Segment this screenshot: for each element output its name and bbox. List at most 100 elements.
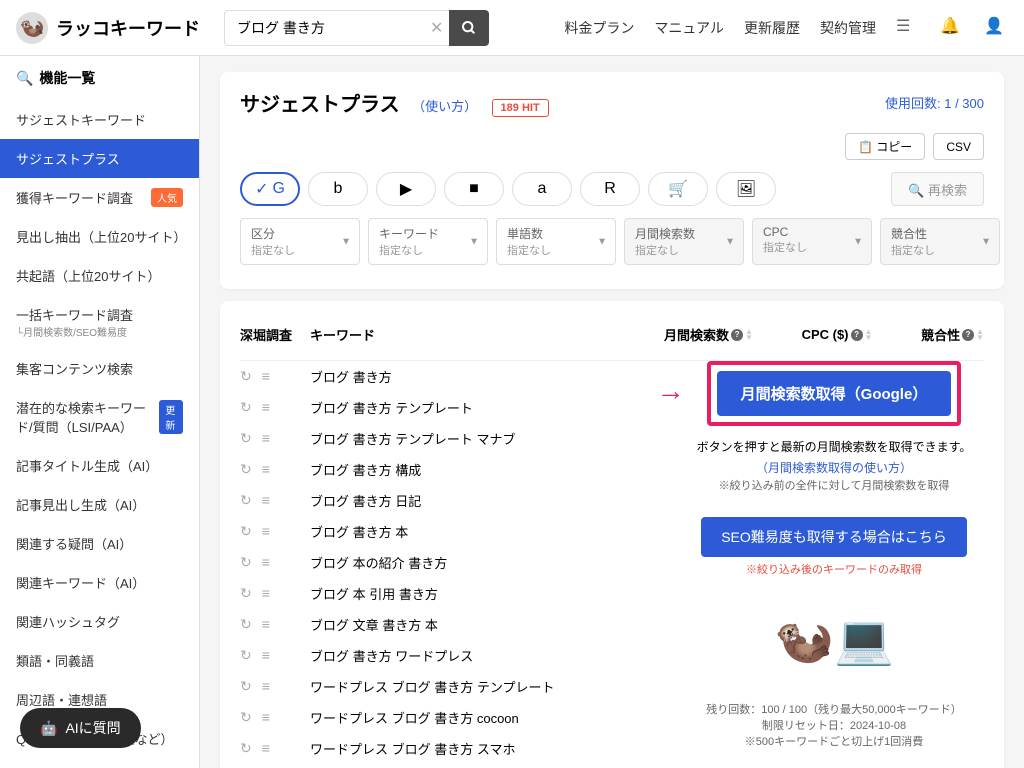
menu-icon[interactable]: ≡ xyxy=(262,554,270,571)
user-icon[interactable]: 👤 xyxy=(984,16,1008,40)
reload-icon[interactable]: ↻ xyxy=(240,399,252,416)
sidebar-item-16[interactable]: Googleトレンド xyxy=(0,758,199,768)
sidebar-item-9[interactable]: 記事見出し生成（AI） xyxy=(0,485,199,524)
menu-icon[interactable]: ≡ xyxy=(262,709,270,726)
search-button[interactable] xyxy=(449,10,489,46)
csv-button[interactable]: CSV xyxy=(933,133,984,160)
engine-tab-3[interactable]: ■ xyxy=(444,172,504,206)
menu-icon[interactable]: ≡ xyxy=(262,678,270,695)
menu-icon[interactable]: ≡ xyxy=(262,430,270,447)
usage-count: 使用回数: 1 / 300 xyxy=(885,93,984,112)
reload-icon[interactable]: ↻ xyxy=(240,678,252,695)
research-button[interactable]: 🔍 再検索 xyxy=(891,172,984,206)
menu-icon[interactable]: ≡ xyxy=(262,368,270,385)
panel-usage-link[interactable]: （月間検索数取得の使い方） xyxy=(756,461,912,475)
sidebar-item-11[interactable]: 関連キーワード（AI） xyxy=(0,563,199,602)
keyword-text[interactable]: ワードプレス ブログ 書き方 cocoon xyxy=(310,708,664,727)
nav-updates[interactable]: 更新履歴 xyxy=(744,18,800,38)
keyword-text[interactable]: ブログ 書き方 構成 xyxy=(310,460,664,479)
keyword-text[interactable]: ワードプレス ブログ 書き方 テンプレート xyxy=(310,677,664,696)
reload-icon[interactable]: ↻ xyxy=(240,647,252,664)
usage-link[interactable]: （使い方） xyxy=(412,99,477,114)
filter-3: 月間検索数指定なし▼ xyxy=(624,218,744,265)
logo[interactable]: 🦦 ラッコキーワード xyxy=(16,12,200,44)
th-comp[interactable]: 競合性?▲▼ xyxy=(921,325,984,344)
menu-icon[interactable]: ≡ xyxy=(262,461,270,478)
table-row: ↻ ≡ ブログ 書き方 本 xyxy=(240,516,664,547)
engine-tab-0[interactable]: G xyxy=(240,172,300,206)
filter-1[interactable]: キーワード指定なし▼ xyxy=(368,218,488,265)
fetch-volume-button[interactable]: 月間検索数取得（Google） xyxy=(717,371,952,416)
reload-icon[interactable]: ↻ xyxy=(240,523,252,540)
menu-icon[interactable]: ≡ xyxy=(262,585,270,602)
th-deep: 深堀調査 xyxy=(240,325,310,344)
nav-contract[interactable]: 契約管理 xyxy=(820,18,876,38)
table-row: ↻ ≡ ブログ 文章 書き方 本 xyxy=(240,609,664,640)
reload-icon[interactable]: ↻ xyxy=(240,740,252,757)
reload-icon[interactable]: ↻ xyxy=(240,368,252,385)
ai-chat-button[interactable]: 🤖 AIに質問 xyxy=(20,708,141,748)
search-clear-icon[interactable]: ✕ xyxy=(430,18,443,38)
engine-tab-7[interactable]: 🖼 xyxy=(716,172,776,206)
copy-button[interactable]: 📋 コピー xyxy=(845,133,925,160)
bell-icon[interactable]: 🔔 xyxy=(940,16,964,40)
table-row: ↻ ≡ ブログ 書き方 xyxy=(240,361,664,392)
reload-icon[interactable]: ↻ xyxy=(240,492,252,509)
sidebar-item-2[interactable]: 獲得キーワード調査人気 xyxy=(0,178,199,217)
reload-icon[interactable]: ↻ xyxy=(240,461,252,478)
keyword-text[interactable]: ブログ 書き方 テンプレート マナブ xyxy=(310,429,664,448)
reload-icon[interactable]: ↻ xyxy=(240,585,252,602)
sidebar-item-6[interactable]: 集客コンテンツ検索 xyxy=(0,349,199,388)
sidebar-item-5[interactable]: 一括キーワード調査└月間検索数/SEO難易度 xyxy=(0,295,199,349)
menu-icon[interactable]: ≡ xyxy=(262,492,270,509)
sidebar-item-0[interactable]: サジェストキーワード xyxy=(0,100,199,139)
filter-2[interactable]: 単語数指定なし▼ xyxy=(496,218,616,265)
menu-icon[interactable]: ≡ xyxy=(262,523,270,540)
keyword-text[interactable]: ブログ 書き方 xyxy=(310,367,664,386)
filter-0[interactable]: 区分指定なし▼ xyxy=(240,218,360,265)
page-title: サジェストプラス xyxy=(240,94,400,116)
sidebar-item-4[interactable]: 共起語（上位20サイト） xyxy=(0,256,199,295)
keyword-text[interactable]: ブログ 書き方 日記 xyxy=(310,491,664,510)
menu-icon[interactable]: ≡ xyxy=(262,399,270,416)
reload-icon[interactable]: ↻ xyxy=(240,554,252,571)
hit-badge: 189 HIT xyxy=(492,99,549,117)
menu-icon[interactable]: ≡ xyxy=(262,647,270,664)
menu-icon[interactable]: ☰ xyxy=(896,16,920,40)
th-cpc[interactable]: CPC ($)?▲▼ xyxy=(802,325,873,344)
th-volume[interactable]: 月間検索数?▲▼ xyxy=(664,325,753,344)
engine-tab-6[interactable]: 🛒 xyxy=(648,172,708,206)
table-row: ↻ ≡ ブログ 書き方 ワードプレス xyxy=(240,640,664,671)
keyword-text[interactable]: ワードプレス ブログ 書き方 スマホ xyxy=(310,739,664,758)
keyword-text[interactable]: ブログ 文章 書き方 本 xyxy=(310,615,664,634)
engine-tab-4[interactable]: a xyxy=(512,172,572,206)
reload-icon[interactable]: ↻ xyxy=(240,430,252,447)
reload-icon[interactable]: ↻ xyxy=(240,616,252,633)
keyword-text[interactable]: ブログ 書き方 本 xyxy=(310,522,664,541)
search-input[interactable] xyxy=(224,10,454,46)
stats-reset: 制限リセット日：2024-10-08 xyxy=(684,717,984,733)
nav-manual[interactable]: マニュアル xyxy=(654,18,724,38)
menu-icon[interactable]: ≡ xyxy=(262,616,270,633)
keyword-text[interactable]: ブログ 書き方 テンプレート xyxy=(310,398,664,417)
sidebar-item-13[interactable]: 類語・同義語 xyxy=(0,641,199,680)
engine-tab-1[interactable]: b xyxy=(308,172,368,206)
sidebar-item-8[interactable]: 記事タイトル生成（AI） xyxy=(0,446,199,485)
keyword-text[interactable]: ブログ 書き方 ワードプレス xyxy=(310,646,664,665)
seo-note: ※絞り込み後のキーワードのみ取得 xyxy=(684,561,984,577)
engine-tab-2[interactable]: ▶ xyxy=(376,172,436,206)
menu-icon[interactable]: ≡ xyxy=(262,740,270,757)
keyword-text[interactable]: ブログ 本の紹介 書き方 xyxy=(310,553,664,572)
sidebar-item-12[interactable]: 関連ハッシュタグ xyxy=(0,602,199,641)
keyword-text[interactable]: ブログ 本 引用 書き方 xyxy=(310,584,664,603)
sidebar-item-3[interactable]: 見出し抽出（上位20サイト） xyxy=(0,217,199,256)
reload-icon[interactable]: ↻ xyxy=(240,709,252,726)
nav-pricing[interactable]: 料金プラン xyxy=(564,18,634,38)
sidebar-item-10[interactable]: 関連する疑問（AI） xyxy=(0,524,199,563)
sidebar-item-1[interactable]: サジェストプラス xyxy=(0,139,199,178)
table-row: ↻ ≡ ワードプレス ブログ 書き方 cocoon xyxy=(240,702,664,733)
sidebar-item-7[interactable]: 潜在的な検索キーワード/質問（LSI/PAA）更新 xyxy=(0,388,199,446)
table-row: ↻ ≡ ブログ 書き方 テンプレート マナブ xyxy=(240,423,664,454)
seo-button[interactable]: SEO難易度も取得する場合はこちら xyxy=(701,517,967,557)
engine-tab-5[interactable]: R xyxy=(580,172,640,206)
